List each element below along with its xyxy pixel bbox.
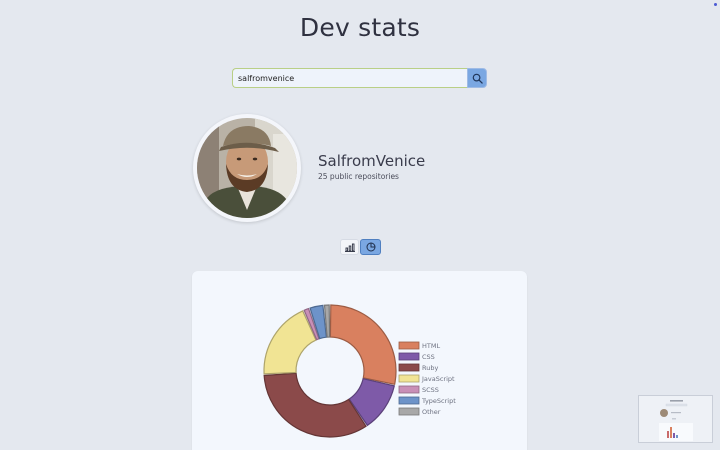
legend-swatch-typescript[interactable] bbox=[398, 396, 420, 405]
slice-ruby[interactable] bbox=[263, 372, 367, 438]
view-toggle bbox=[340, 239, 381, 255]
avatar bbox=[193, 114, 301, 222]
legend-swatch-javascript[interactable] bbox=[398, 374, 420, 383]
dev-stats-page: Dev stats salfromvenice SalfromVenice 25… bbox=[0, 0, 720, 450]
pie-view-button[interactable] bbox=[360, 239, 381, 255]
legend-label-javascript[interactable]: JavaScript bbox=[421, 375, 455, 383]
repo-count: 25 public repositories bbox=[318, 172, 399, 181]
legend-label-other[interactable]: Other bbox=[422, 408, 441, 416]
search-input[interactable] bbox=[232, 68, 467, 88]
status-dot bbox=[714, 3, 717, 6]
search-button[interactable] bbox=[467, 68, 487, 88]
slice-html[interactable] bbox=[329, 304, 397, 386]
legend-swatch-ruby[interactable] bbox=[398, 363, 420, 372]
legend-label-ruby[interactable]: Ruby bbox=[422, 364, 438, 372]
chart-card: HTML CSS Ruby JavaScript SCSS TypeScript Other bbox=[192, 271, 527, 450]
bar-chart-icon bbox=[344, 243, 355, 252]
search-bar bbox=[232, 68, 487, 88]
bar-view-button[interactable] bbox=[340, 239, 359, 255]
page-title: Dev stats bbox=[299, 13, 421, 42]
profile-name: SalfromVenice bbox=[318, 152, 426, 170]
legend-label-css[interactable]: CSS bbox=[422, 353, 435, 361]
legend-swatch-html[interactable] bbox=[398, 341, 420, 350]
pie-chart-icon bbox=[366, 242, 376, 252]
legend-swatch-scss[interactable] bbox=[398, 385, 420, 394]
legend-label-html[interactable]: HTML bbox=[422, 342, 440, 350]
page-minimap[interactable] bbox=[638, 395, 713, 443]
language-doughnut-chart: HTML CSS Ruby JavaScript SCSS TypeScript Other bbox=[263, 304, 456, 438]
minimap-preview bbox=[639, 396, 712, 442]
legend-swatch-css[interactable] bbox=[398, 352, 420, 361]
avatar-photo bbox=[194, 115, 300, 221]
legend-label-scss[interactable]: SCSS bbox=[422, 386, 439, 394]
legend-swatch-other[interactable] bbox=[398, 407, 420, 416]
search-icon bbox=[472, 73, 483, 84]
legend-label-typescript[interactable]: TypeScript bbox=[421, 397, 456, 405]
